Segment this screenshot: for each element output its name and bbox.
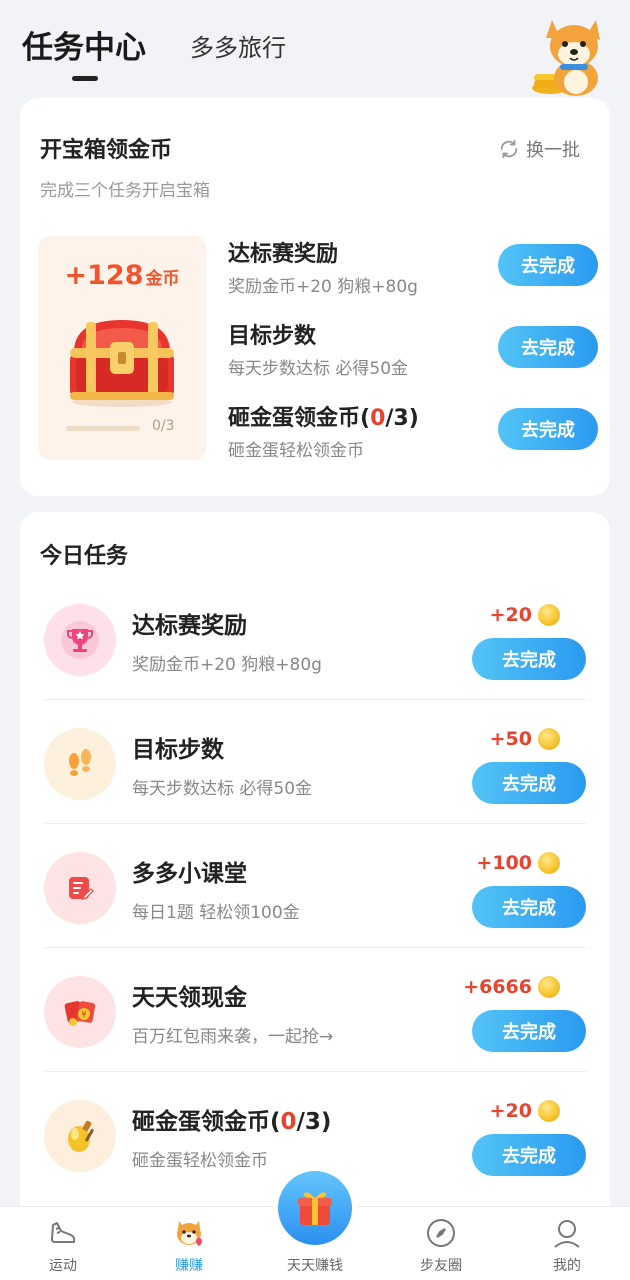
- task-desc: 每日1题 轻松领100金: [132, 903, 300, 923]
- treasure-task-title: 砸金蛋领金币(0/3): [228, 400, 419, 432]
- active-tab-indicator: [72, 76, 98, 81]
- title-suffix: /3): [296, 1109, 332, 1135]
- treasure-task-row: 达标赛奖励 奖励金币+20 狗粮+80g 去完成: [228, 236, 598, 308]
- shiba-icon: [177, 1221, 202, 1246]
- task-title: 目标步数: [132, 737, 224, 763]
- footprints-icon: [44, 728, 116, 800]
- task-row: ¥ 天天领现金 百万红包雨来袭，一起抢→ +6666 去完成: [44, 948, 586, 1072]
- task-complete-button[interactable]: 去完成: [472, 1134, 586, 1176]
- title-prefix: 砸金蛋领金币(: [228, 406, 371, 431]
- treasure-task-desc: 砸金蛋轻松领金币: [228, 441, 364, 461]
- reward-amount: +20: [489, 604, 532, 626]
- daily-tasks-title: 今日任务: [40, 544, 129, 569]
- task-title: 多多小课堂: [132, 861, 247, 887]
- task-title: 砸金蛋领金币(0/3): [132, 1102, 331, 1136]
- compass-icon: [427, 1219, 455, 1247]
- task-complete-button[interactable]: 去完成: [472, 638, 586, 680]
- user-icon: [554, 1220, 580, 1248]
- treasure-subtitle: 完成三个任务开启宝箱: [40, 181, 210, 201]
- nav-label: 我的: [553, 1258, 581, 1274]
- shiba-mascot-icon[interactable]: [530, 12, 606, 98]
- task-complete-button[interactable]: 去完成: [472, 1010, 586, 1052]
- treasure-title: 开宝箱领金币: [40, 138, 173, 163]
- treasure-task-complete-button[interactable]: 去完成: [498, 408, 598, 450]
- chest-amount-unit: 金币: [145, 269, 180, 289]
- reward-amount: +100: [476, 852, 532, 874]
- coin-icon: [538, 976, 560, 998]
- treasure-task-title: 达标赛奖励: [228, 242, 339, 267]
- title-suffix: /3): [385, 406, 419, 431]
- sneaker-icon: [51, 1222, 76, 1243]
- treasure-task-desc: 奖励金币+20 狗粮+80g: [228, 277, 418, 297]
- nav-label: 天天赚钱: [287, 1258, 343, 1274]
- nav-label: 步友圈: [420, 1258, 462, 1274]
- task-row: 目标步数 每天步数达标 必得50金 +50 去完成: [44, 700, 586, 824]
- svg-text:¥: ¥: [81, 1010, 86, 1019]
- nav-item-sport[interactable]: 运动: [0, 1207, 126, 1280]
- treasure-task-title: 目标步数: [228, 324, 317, 349]
- task-title: 达标赛奖励: [132, 613, 247, 639]
- top-header: 任务中心 多多旅行: [0, 0, 630, 96]
- center-gift-circle: [278, 1171, 352, 1245]
- task-row: 达标赛奖励 奖励金币+20 狗粮+80g +20 去完成: [44, 576, 586, 700]
- title-count: 0: [370, 406, 386, 431]
- task-desc: 每天步数达标 必得50金: [132, 779, 313, 799]
- gift-box-icon: [298, 1192, 332, 1225]
- reward-amount: +20: [489, 1100, 532, 1122]
- nav-item-step-friends[interactable]: 步友圈: [378, 1207, 504, 1280]
- nav-item-earn[interactable]: 赚赚: [126, 1207, 252, 1280]
- trophy-icon: [44, 604, 116, 676]
- task-reward: +6666: [463, 976, 560, 998]
- treasure-task-complete-button[interactable]: 去完成: [498, 244, 598, 286]
- coin-icon: [538, 852, 560, 874]
- coin-icon: [538, 604, 560, 626]
- tab-duoduo-travel[interactable]: 多多旅行: [190, 28, 286, 63]
- nav-label: 运动: [49, 1258, 77, 1274]
- golden-egg-icon: [44, 1100, 116, 1172]
- task-desc: 奖励金币+20 狗粮+80g: [132, 655, 322, 675]
- daily-tasks-card: 今日任务 达标赛奖励 奖励金币+20 狗粮+80g +20 去完成 目标步数 每…: [20, 512, 610, 1212]
- treasure-chest-icon: [70, 320, 174, 407]
- coin-icon: [538, 728, 560, 750]
- refresh-icon: [500, 139, 518, 159]
- chest-coin-amount: +128 金币: [38, 260, 206, 291]
- note-edit-icon: [44, 852, 116, 924]
- center-gift-button[interactable]: [273, 1166, 357, 1250]
- title-prefix: 砸金蛋领金币(: [132, 1109, 281, 1135]
- chest-amount-value: +128: [64, 260, 144, 291]
- task-reward: +50: [490, 728, 560, 750]
- task-row: 多多小课堂 每日1题 轻松领100金 +100 去完成: [44, 824, 586, 948]
- treasure-task-complete-button[interactable]: 去完成: [498, 326, 598, 368]
- reward-amount: +6666: [463, 976, 532, 998]
- red-envelope-icon: ¥: [44, 976, 116, 1048]
- task-complete-button[interactable]: 去完成: [472, 886, 586, 928]
- task-complete-button[interactable]: 去完成: [472, 762, 586, 804]
- tab-task-center[interactable]: 任务中心: [22, 22, 146, 67]
- refresh-label: 换一批: [526, 140, 580, 161]
- chest-progress-bar: [66, 426, 140, 431]
- task-title: 天天领现金: [132, 985, 247, 1011]
- refresh-button[interactable]: 换一批: [498, 136, 580, 162]
- task-desc: 砸金蛋轻松领金币: [132, 1151, 268, 1171]
- treasure-task-desc: 每天步数达标 必得50金: [228, 359, 409, 379]
- coin-icon: [538, 1100, 560, 1122]
- treasure-chest-card: 开宝箱领金币 完成三个任务开启宝箱 换一批 +128 金币 0/3 达标赛奖励 …: [20, 98, 610, 496]
- nav-item-mine[interactable]: 我的: [504, 1207, 630, 1280]
- treasure-chest-panel[interactable]: +128 金币 0/3: [38, 236, 206, 460]
- reward-amount: +50: [489, 728, 532, 750]
- task-reward: +20: [490, 1100, 560, 1122]
- nav-label: 赚赚: [175, 1258, 203, 1274]
- task-desc: 百万红包雨来袭，一起抢→: [132, 1027, 334, 1047]
- chest-progress-label: 0/3: [152, 418, 175, 434]
- task-reward: +20: [490, 604, 560, 626]
- treasure-task-row: 目标步数 每天步数达标 必得50金 去完成: [228, 318, 598, 390]
- treasure-task-row: 砸金蛋领金币(0/3) 砸金蛋轻松领金币 去完成: [228, 400, 598, 472]
- title-count: 0: [280, 1109, 297, 1135]
- task-reward: +100: [476, 852, 560, 874]
